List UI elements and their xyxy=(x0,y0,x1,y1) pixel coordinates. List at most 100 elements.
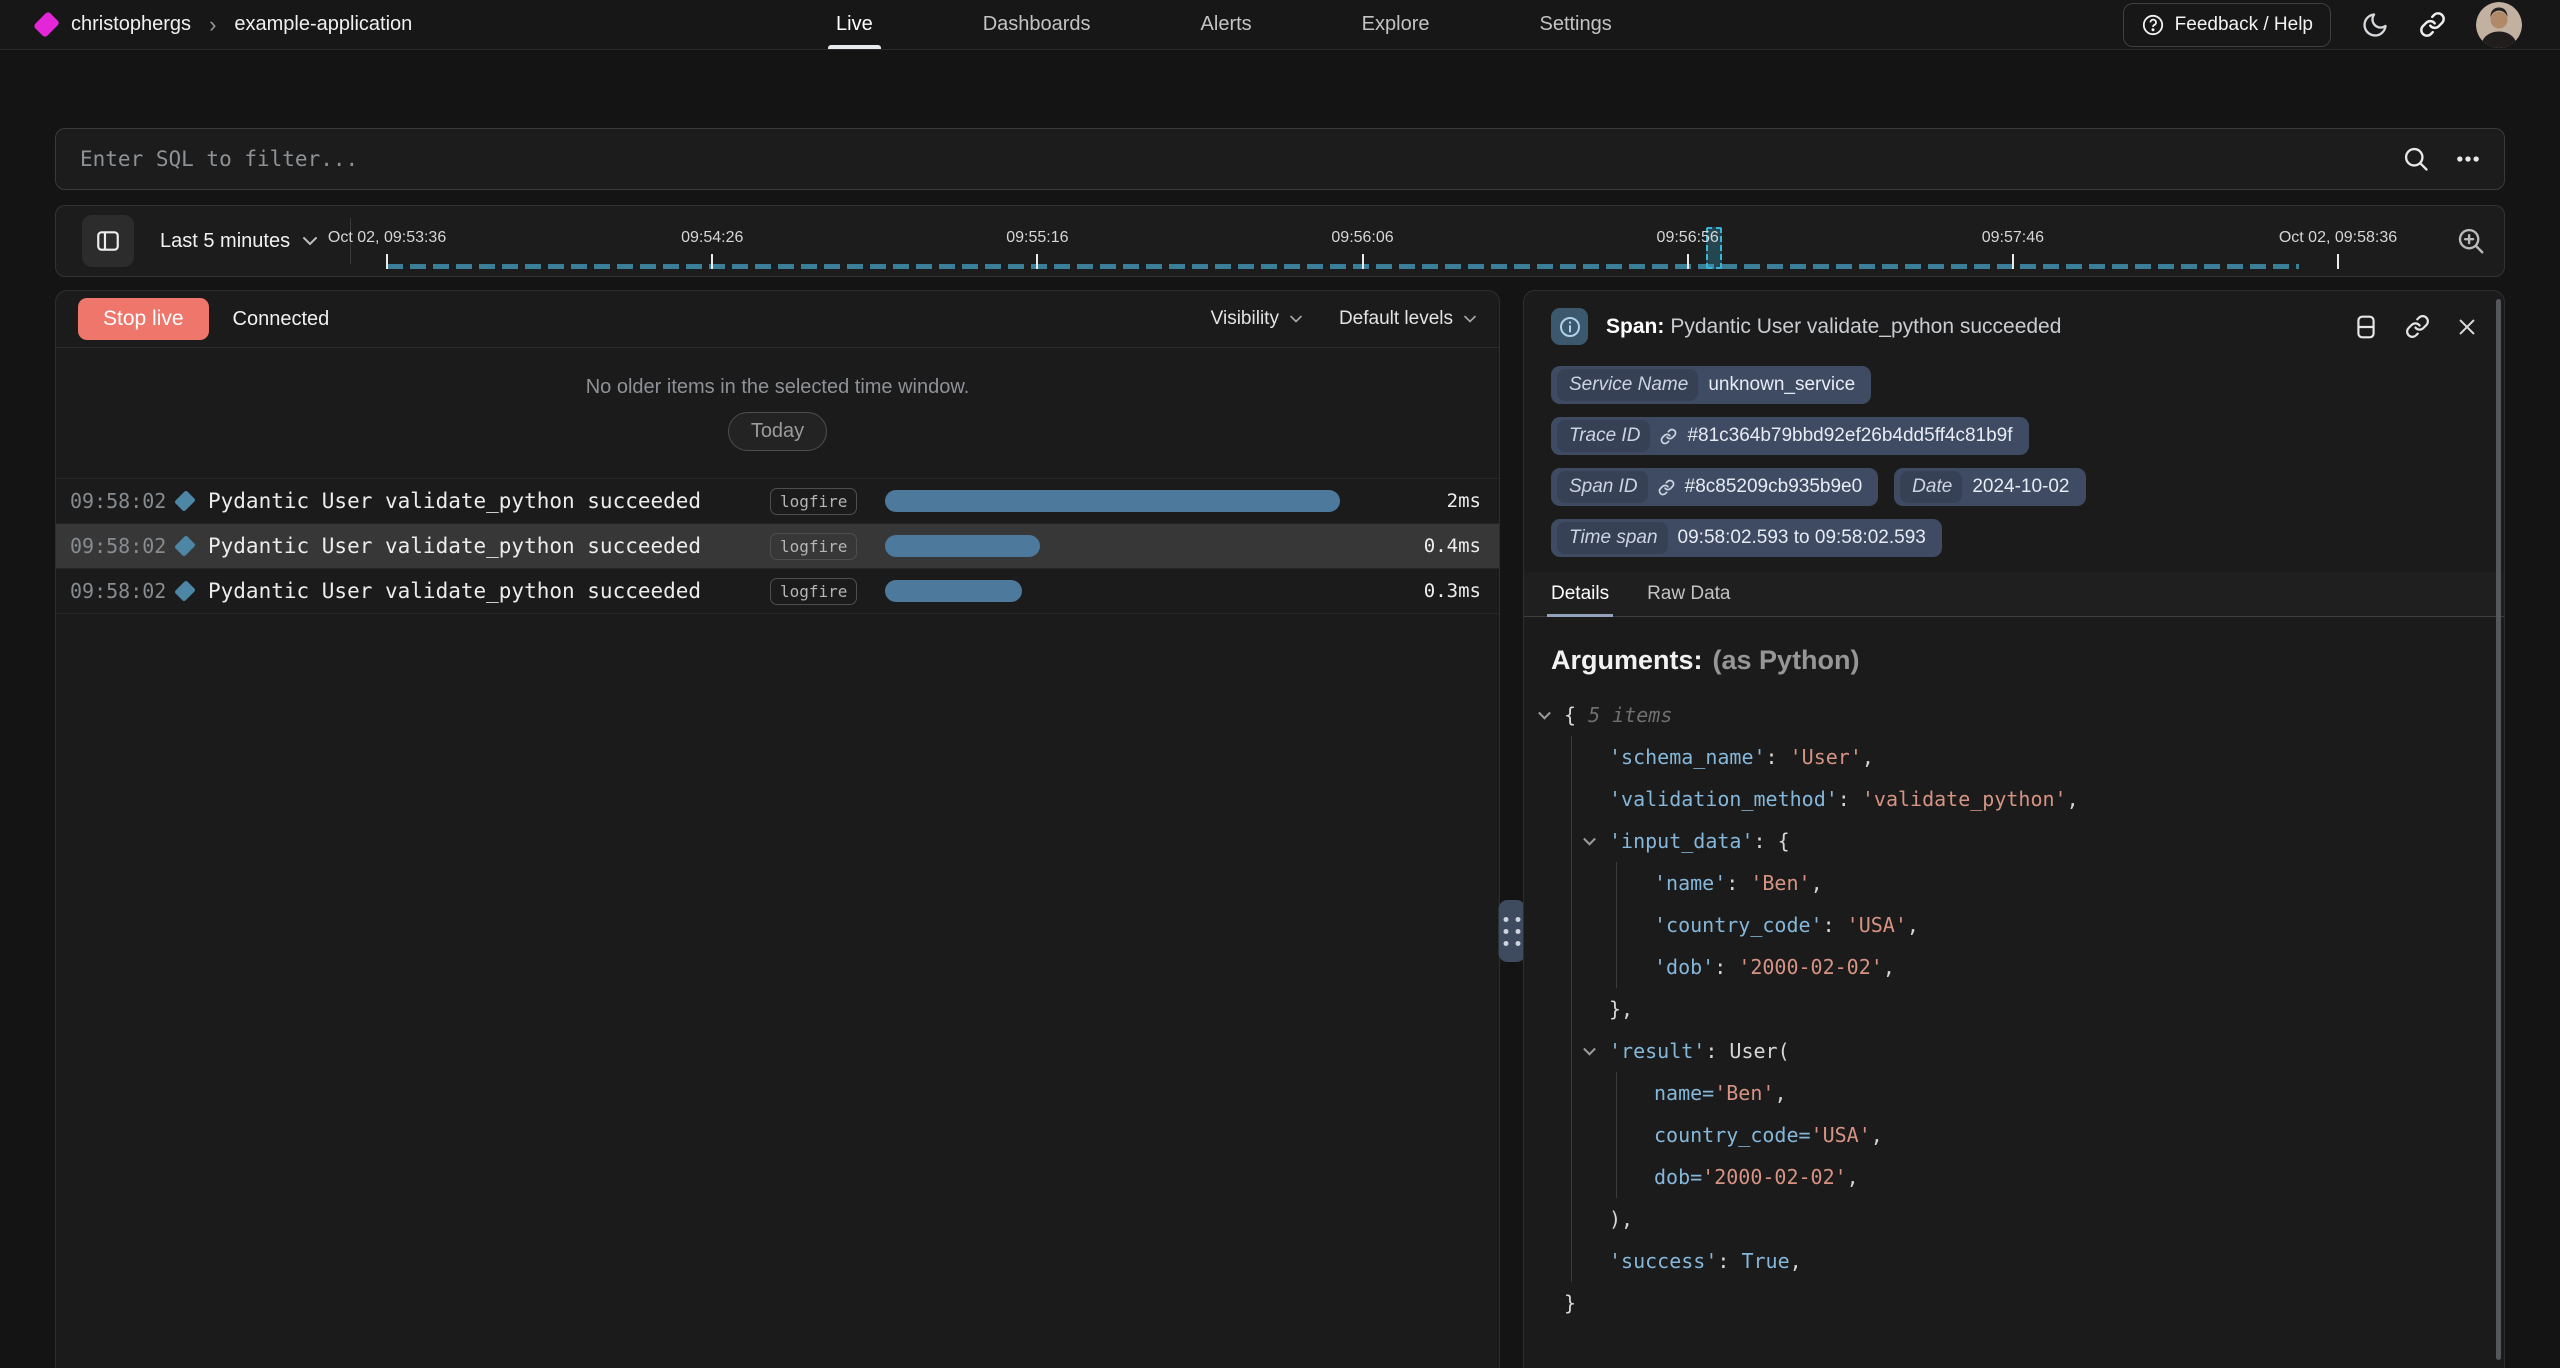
log-row[interactable]: 09:58:02Pydantic User validate_python su… xyxy=(56,569,1499,614)
empty-window-message: No older items in the selected time wind… xyxy=(586,376,970,399)
breadcrumb-org[interactable]: christophergs xyxy=(71,13,191,36)
code-line: dob='2000-02-02', xyxy=(1551,1156,2478,1198)
code-line: 'success': True, xyxy=(1551,1240,2478,1282)
indent-guide xyxy=(1616,1114,1617,1156)
duration-bar-fill xyxy=(885,490,1340,512)
log-row-scope-tag[interactable]: logfire xyxy=(770,488,857,515)
log-row-timestamp: 09:58:02 xyxy=(70,579,170,603)
timeline-tick-label: Oct 02, 09:53:36 xyxy=(328,229,446,247)
time-range-dropdown[interactable]: Last 5 minutes xyxy=(160,230,318,253)
code-line: }, xyxy=(1551,988,2478,1030)
code-token: , xyxy=(2067,787,2079,811)
nav-tab-alerts[interactable]: Alerts xyxy=(1201,0,1252,49)
indent-guide xyxy=(1616,946,1617,988)
timeline[interactable]: Oct 02, 09:53:3609:54:2609:55:1609:56:06… xyxy=(359,206,2446,276)
timeline-tick-label: 09:56:06 xyxy=(1331,229,1393,247)
code-token: ), xyxy=(1609,1207,1633,1231)
today-button[interactable]: Today xyxy=(728,412,827,451)
code-token: , xyxy=(1862,745,1874,769)
sidebar-toggle-button[interactable] xyxy=(82,215,134,267)
badge-row: Trace ID#81c364b79bbd92ef26b4dd5ff4c81b9… xyxy=(1551,417,2478,455)
log-row-message: Pydantic User validate_python succeeded xyxy=(208,534,770,558)
feedback-help-button[interactable]: Feedback / Help xyxy=(2123,3,2331,47)
arguments-heading: Arguments:(as Python) xyxy=(1551,645,2478,676)
nav-tab-dashboards[interactable]: Dashboards xyxy=(983,0,1091,49)
detail-badges: Service Nameunknown_serviceTrace ID#81c3… xyxy=(1524,360,2504,557)
logfire-logo-icon[interactable] xyxy=(33,11,60,38)
code-line: } xyxy=(1551,1282,2478,1324)
share-link-icon[interactable] xyxy=(2419,11,2446,38)
duration-bar-fill xyxy=(885,580,1022,602)
scrollbar-thumb[interactable] xyxy=(2496,299,2501,1360)
code-token: , xyxy=(1811,871,1823,895)
log-row-scope-tag[interactable]: logfire xyxy=(770,533,857,560)
span-diamond-icon xyxy=(174,580,196,602)
time-range-label: Last 5 minutes xyxy=(160,230,290,253)
span-header-actions xyxy=(2353,314,2478,340)
zoom-in-icon[interactable] xyxy=(2456,226,2486,256)
chevron-down-icon xyxy=(1463,314,1477,324)
timeline-tick-mark xyxy=(1036,254,1038,269)
log-row-scope-tag[interactable]: logfire xyxy=(770,578,857,605)
default-levels-label: Default levels xyxy=(1339,308,1453,330)
indent-guide xyxy=(1616,1156,1617,1198)
link-icon xyxy=(1658,479,1675,496)
log-row-message: Pydantic User validate_python succeeded xyxy=(208,489,770,513)
close-icon[interactable] xyxy=(2456,316,2478,338)
indent-guide xyxy=(1571,1114,1572,1156)
nav-tab-live[interactable]: Live xyxy=(836,0,873,49)
empty-window-section: No older items in the selected time wind… xyxy=(56,348,1499,479)
code-token: 'name' xyxy=(1654,871,1726,895)
code-token: 'result' xyxy=(1609,1039,1705,1063)
code-token: : xyxy=(1714,955,1738,979)
code-token: : xyxy=(1717,1249,1741,1273)
nav-tab-explore[interactable]: Explore xyxy=(1362,0,1430,49)
panel-resize-handle[interactable] xyxy=(1498,900,1525,962)
search-icon[interactable] xyxy=(2402,145,2430,173)
code-token: 'Ben' xyxy=(1714,1081,1774,1105)
code-line: ), xyxy=(1551,1198,2478,1240)
tab-details[interactable]: Details xyxy=(1551,572,1609,616)
sql-filter-input[interactable] xyxy=(80,147,2402,171)
stop-live-button[interactable]: Stop live xyxy=(78,298,209,340)
sql-filter-icons xyxy=(2402,145,2482,173)
indent-guide xyxy=(1571,988,1572,1030)
code-token: 'country_code' xyxy=(1654,913,1823,937)
badge-label: Span ID xyxy=(1557,471,1648,503)
live-panel-header: Stop live Connected Visibility Default l… xyxy=(56,291,1499,348)
log-row-duration-bar xyxy=(885,580,1340,602)
split-view-icon[interactable] xyxy=(2353,314,2379,340)
question-circle-icon xyxy=(2141,13,2165,37)
visibility-dropdown[interactable]: Visibility xyxy=(1211,308,1303,330)
user-avatar[interactable] xyxy=(2476,2,2522,48)
more-options-icon[interactable] xyxy=(2454,145,2482,173)
badge-label: Time span xyxy=(1557,522,1668,554)
code-token: 'USA' xyxy=(1847,913,1907,937)
badge-trace-id[interactable]: Trace ID#81c364b79bbd92ef26b4dd5ff4c81b9… xyxy=(1551,417,2029,455)
span-title-text: Pydantic User validate_python succeeded xyxy=(1670,315,2061,338)
code-line: 'result': User( xyxy=(1551,1030,2478,1072)
code-token: , xyxy=(1907,913,1919,937)
tab-raw-data[interactable]: Raw Data xyxy=(1647,572,1730,616)
timeline-tick-mark xyxy=(1362,254,1364,269)
copy-link-icon[interactable] xyxy=(2405,314,2430,339)
breadcrumb-project[interactable]: example-application xyxy=(234,13,412,36)
badge-value: #8c85209cb935b9e0 xyxy=(1685,476,1863,498)
code-token: } xyxy=(1564,1291,1576,1315)
arguments-code: { 5 items'schema_name': 'User','validati… xyxy=(1551,694,2478,1324)
collapse-chevron-icon[interactable] xyxy=(1583,833,1596,846)
duration-bar-fill xyxy=(885,535,1040,557)
log-row[interactable]: 09:58:02Pydantic User validate_python su… xyxy=(56,479,1499,524)
code-token: 'input_data' xyxy=(1609,829,1754,853)
connection-status: Connected xyxy=(233,308,330,331)
nav-right: Feedback / Help xyxy=(2123,2,2522,48)
theme-toggle-moon-icon[interactable] xyxy=(2361,11,2389,39)
collapse-chevron-icon[interactable] xyxy=(1538,707,1551,720)
collapse-chevron-icon[interactable] xyxy=(1583,1043,1596,1056)
badge-span-id[interactable]: Span ID #8c85209cb935b9e0 xyxy=(1551,468,1878,506)
default-levels-dropdown[interactable]: Default levels xyxy=(1339,308,1477,330)
badge-row: Span ID#8c85209cb935b9e0Date2024-10-02 xyxy=(1551,468,2478,506)
chevron-down-icon xyxy=(1289,314,1303,324)
nav-tab-settings[interactable]: Settings xyxy=(1539,0,1611,49)
log-row[interactable]: 09:58:02Pydantic User validate_python su… xyxy=(56,524,1499,569)
